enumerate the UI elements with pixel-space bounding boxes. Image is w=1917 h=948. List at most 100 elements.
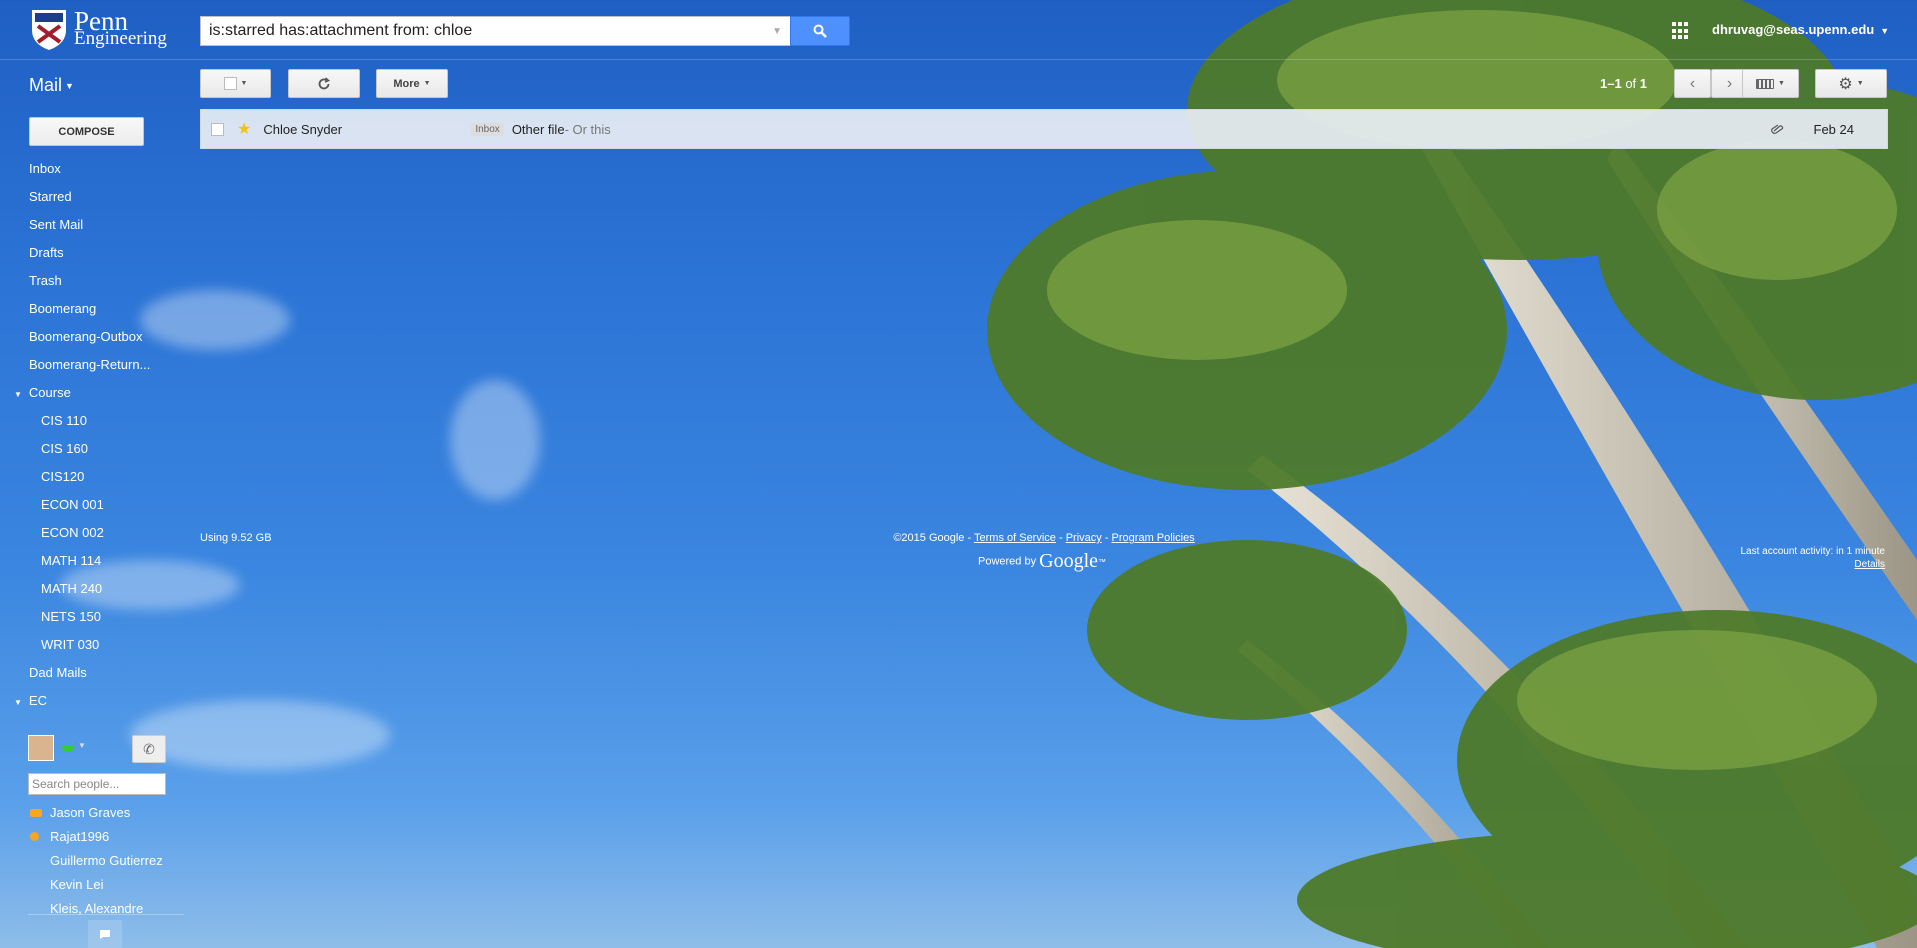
keyboard-icon [1756,78,1775,89]
sidebar-item-label: ECON 001 [41,497,104,512]
sidebar-item-boomerang[interactable]: Boomerang [0,295,160,323]
sidebar-item-cis-160[interactable]: CIS 160 [0,435,160,463]
phone-icon: ✆ [143,740,155,757]
footer-separator: - [1055,532,1066,544]
pagination-info: 1–1 of 1 [1600,76,1647,91]
program-policies-link[interactable]: Program Policies [1112,532,1195,544]
label-list: Inbox Starred Sent Mail Drafts Trash Boo… [0,155,190,715]
sidebar-item-writ-030[interactable]: WRIT 030 [0,631,160,659]
sidebar-group-course[interactable]: ▼ Course [0,379,160,407]
star-icon[interactable]: ★ [237,119,251,139]
message-date: Feb 24 [1813,121,1854,137]
inbox-label-chip[interactable]: Inbox [471,122,504,136]
select-all-button[interactable]: ▼ [200,69,271,98]
google-logo-text: Google [1039,550,1099,572]
expand-triangle-icon[interactable]: ▼ [14,381,22,407]
pager-total: 1 [1639,76,1648,91]
sidebar-group-ec[interactable]: ▼ EC [0,687,160,715]
sidebar-item-cis-110[interactable]: CIS 110 [0,407,160,435]
sidebar-item-dad-mails[interactable]: Dad Mails [0,659,160,687]
sidebar-item-math-240[interactable]: MATH 240 [0,575,160,603]
footer-links: ©2015 Google - Terms of Service - Privac… [891,532,1197,544]
search-button[interactable] [790,16,850,46]
contact-item[interactable]: Rajat1996 [28,825,188,849]
sidebar-item-trash[interactable]: Trash [0,267,160,295]
chevron-down-icon: ▼ [1880,26,1890,36]
sidebar-item-label: MATH 240 [41,581,103,596]
sidebar-item-drafts[interactable]: Drafts [0,239,160,267]
sidebar-item-sent-mail[interactable]: Sent Mail [0,211,160,239]
search-people-placeholder: Search people... [32,777,120,791]
sidebar-item-label: MATH 114 [41,553,102,568]
refresh-icon [318,76,331,89]
search-people-input[interactable]: Search people... [28,773,166,795]
trademark-symbol: ™ [1098,557,1107,567]
sidebar-item-label: Trash [29,273,62,288]
search-query-text: is:starred has:attachment from: chloe [209,22,473,39]
sidebar-item-label: Boomerang-Return... [29,357,151,372]
contact-name: Guillermo Gutierrez [50,853,163,868]
settings-button[interactable]: ⚙ ▼ [1815,69,1887,98]
penn-engineering-logo[interactable]: Penn Engineering [30,4,170,56]
powered-by-google: Powered by Google™ [978,550,1106,573]
attachment-icon [1770,121,1784,137]
video-status-icon [30,809,42,817]
table-row[interactable]: ★ Chloe Snyder Inbox Other file - Or thi… [200,109,1888,149]
chevron-right-icon: › [1726,74,1733,92]
contact-item[interactable]: Kleis, Alexandre [28,897,188,921]
sidebar-item-nets-150[interactable]: NETS 150 [0,603,160,631]
sidebar-item-boomerang-returned[interactable]: Boomerang-Return... [0,351,160,379]
chevron-left-icon: ‹ [1689,74,1696,92]
account-menu[interactable]: dhruvag@seas.upenn.edu ▼ [1712,22,1889,37]
powered-by-text: Powered by [978,555,1040,568]
sidebar-item-cis120[interactable]: CIS120 [0,463,160,491]
chevron-down-icon: ▼ [65,81,74,92]
copyright-text: ©2015 Google - [893,532,974,544]
phone-call-button[interactable]: ✆ [132,735,166,763]
sidebar-item-label: EC [28,693,47,708]
compose-button[interactable]: COMPOSE [29,117,144,146]
sidebar-item-label: Inbox [29,161,61,176]
chat-divider [28,914,184,915]
details-link[interactable]: Details [1854,559,1885,570]
contact-item[interactable]: Guillermo Gutierrez [28,849,188,873]
search-icon [813,24,827,38]
contact-name: Rajat1996 [50,829,110,844]
sidebar-item-math-114[interactable]: MATH 114 [0,547,160,575]
input-tools-button[interactable]: ▼ [1742,69,1799,98]
status-indicator-icon[interactable] [62,745,74,751]
contact-name: Jason Graves [50,805,131,820]
sidebar-item-econ-002[interactable]: ECON 002 [0,519,160,547]
more-button[interactable]: More ▼ [376,69,448,98]
refresh-button[interactable] [288,69,360,98]
mail-app-switcher[interactable]: Mail ▼ [29,75,74,96]
search-options-dropdown-icon[interactable]: ▼ [772,26,782,37]
sidebar-item-inbox[interactable]: Inbox [0,155,160,183]
penn-shield-icon [32,10,66,50]
message-snippet: - Or this [564,121,611,137]
contact-name: Kevin Lei [50,877,104,892]
sidebar-item-label: Boomerang-Outbox [29,329,143,344]
sidebar-item-starred[interactable]: Starred [0,183,160,211]
expand-triangle-icon[interactable]: ▼ [14,689,22,715]
newer-button[interactable]: ‹ [1674,69,1711,98]
terms-link[interactable]: Terms of Service [974,532,1056,544]
privacy-link[interactable]: Privacy [1066,532,1102,544]
contact-item[interactable]: Kevin Lei [28,873,188,897]
select-checkbox[interactable] [223,77,237,90]
avatar[interactable] [28,735,54,761]
contact-item[interactable]: Jason Graves [28,801,188,825]
row-checkbox[interactable] [211,122,224,136]
new-chat-button[interactable] [88,920,122,948]
sidebar-item-label: CIS120 [41,469,85,484]
chevron-down-icon[interactable]: ▼ [78,741,86,750]
compose-label: COMPOSE [58,125,115,138]
sidebar-item-label: NETS 150 [41,609,101,624]
chevron-down-icon: ▼ [423,80,431,87]
sidebar-item-econ-001[interactable]: ECON 001 [0,491,160,519]
sidebar-item-boomerang-outbox[interactable]: Boomerang-Outbox [0,323,160,351]
search-input[interactable]: is:starred has:attachment from: chloe ▼ [200,16,790,46]
apps-grid-icon[interactable] [1672,22,1690,40]
sidebar-item-label: Starred [29,189,72,204]
sidebar-item-label: Dad Mails [29,665,87,680]
